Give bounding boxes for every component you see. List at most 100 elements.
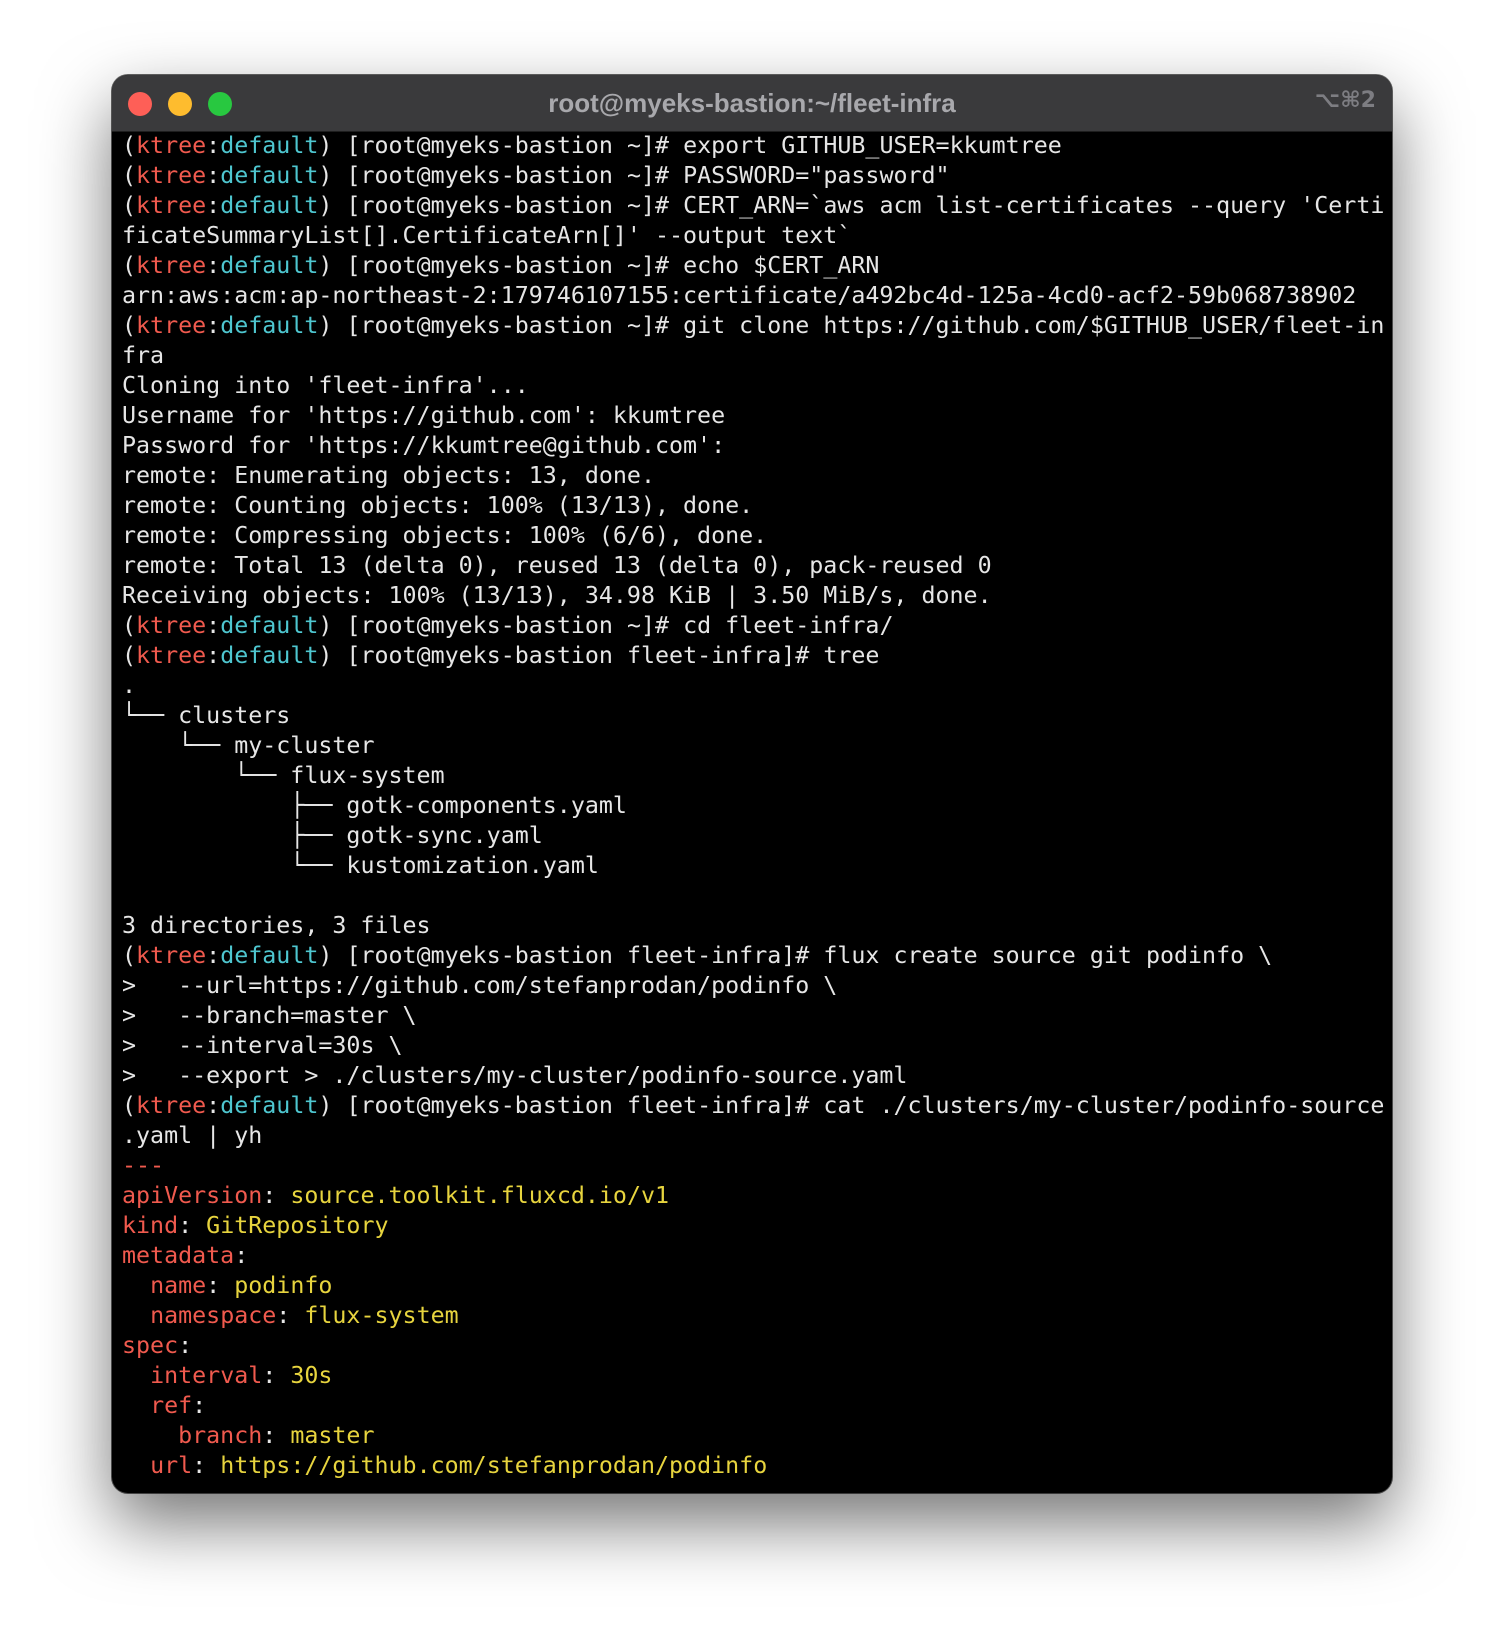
kube-namespace: default: [220, 942, 319, 969]
output-text: .yaml | yh: [122, 1122, 263, 1149]
output-line: 3 directories, 3 files: [122, 911, 1384, 941]
prompt-line: (ktree:default) [root@myeks-bastion ~]# …: [122, 612, 894, 639]
output-text: remote: Counting objects: 100% (13/13), …: [122, 492, 754, 519]
output-text: ├── gotk-components.yaml: [122, 792, 627, 819]
prompt-path: [root@myeks-bastion fleet-infra]#: [346, 942, 824, 969]
output-line: remote: Counting objects: 100% (13/13), …: [122, 491, 1384, 521]
yaml-line: spec:: [122, 1332, 207, 1359]
yaml-line: namespace: flux-system: [150, 1302, 459, 1329]
yaml-line: apiVersion: source.toolkit.fluxcd.io/v1: [122, 1182, 670, 1209]
output-text: Password for 'https://kkumtree@github.co…: [122, 432, 726, 459]
yaml-value: GitRepository: [206, 1212, 389, 1239]
prompt-path: [root@myeks-bastion ~]#: [346, 252, 684, 279]
command-text: flux create source git podinfo \: [823, 942, 1273, 969]
command-text: cd fleet-infra/: [683, 612, 894, 639]
yaml-key: url: [150, 1452, 193, 1479]
command-text: export GITHUB_USER=kkumtree: [683, 132, 1062, 159]
window-title: root@myeks-bastion:~/fleet-infra: [548, 88, 956, 118]
kube-context: ktree: [136, 192, 207, 219]
prompt-line: (ktree:default) [root@myeks-bastion ~]# …: [122, 132, 1062, 159]
yaml-key: kind: [122, 1212, 179, 1239]
output-line: ├── gotk-components.yaml: [122, 791, 1384, 821]
output-text: Receiving objects: 100% (13/13), 34.98 K…: [122, 582, 992, 609]
prompt-line: (ktree:default) [root@myeks-bastion ~]# …: [122, 162, 950, 189]
yaml-key: metadata: [122, 1242, 235, 1269]
kube-context: ktree: [136, 312, 207, 339]
output-line: └── clusters: [122, 701, 1384, 731]
output-text: arn:aws:acm:ap-northeast-2:179746107155:…: [122, 282, 1357, 309]
kube-namespace: default: [220, 162, 319, 189]
output-text: fra: [122, 342, 165, 369]
prompt-path: [root@myeks-bastion fleet-infra]#: [346, 642, 824, 669]
command-text: PASSWORD="password": [683, 162, 950, 189]
output-line: remote: Total 13 (delta 0), reused 13 (d…: [122, 551, 1384, 581]
yaml-value: source.toolkit.fluxcd.io/v1: [290, 1182, 670, 1209]
yaml-separator-text: ---: [122, 1152, 165, 1179]
kube-namespace: default: [220, 192, 319, 219]
output-line: > --export > ./clusters/my-cluster/podin…: [122, 1061, 1384, 1091]
output-line: └── flux-system: [122, 761, 1384, 791]
command-text: tree: [823, 642, 880, 669]
output-line: Password for 'https://kkumtree@github.co…: [122, 431, 1384, 461]
output-text: > --url=https://github.com/stefanprodan/…: [122, 972, 838, 999]
output-text: 3 directories, 3 files: [122, 912, 431, 939]
output-line: > --url=https://github.com/stefanprodan/…: [122, 971, 1384, 1001]
yaml-key: apiVersion: [122, 1182, 263, 1209]
prompt-path: [root@myeks-bastion fleet-infra]#: [346, 1092, 824, 1119]
command-text: cat ./clusters/my-cluster/podinfo-source: [823, 1092, 1384, 1119]
yaml-key: namespace: [150, 1302, 277, 1329]
yaml-value: master: [290, 1422, 375, 1449]
terminal-window[interactable]: root@myeks-bastion:~/fleet-infra ⌥⌘2 (kt…: [112, 75, 1392, 1493]
output-line: Username for 'https://github.com': kkumt…: [122, 401, 1384, 431]
output-text: remote: Enumerating objects: 13, done.: [122, 462, 655, 489]
kube-context: ktree: [136, 132, 207, 159]
yaml-key: ref: [150, 1392, 193, 1419]
kube-context: ktree: [136, 252, 207, 279]
yaml-key: branch: [178, 1422, 263, 1449]
output-text: Username for 'https://github.com': kkumt…: [122, 402, 726, 429]
yaml-document-separator: ---: [122, 1151, 1384, 1181]
prompt-path: [root@myeks-bastion ~]#: [346, 192, 684, 219]
prompt-path: [root@myeks-bastion ~]#: [346, 312, 684, 339]
output-line: Receiving objects: 100% (13/13), 34.98 K…: [122, 581, 1384, 611]
output-text: > --export > ./clusters/my-cluster/podin…: [122, 1062, 908, 1089]
output-text: ├── gotk-sync.yaml: [122, 822, 543, 849]
yaml-line: branch: master: [178, 1422, 375, 1449]
output-text: └── kustomization.yaml: [122, 852, 599, 879]
yaml-line: ref:: [150, 1392, 221, 1419]
command-text: CERT_ARN=`aws acm list-certificates --qu…: [683, 192, 1384, 219]
output-text: > --interval=30s \: [122, 1032, 403, 1059]
output-line: ficateSummaryList[].CertificateArn[]' --…: [122, 221, 1384, 251]
prompt-line: (ktree:default) [root@myeks-bastion flee…: [122, 942, 1273, 969]
output-line: > --interval=30s \: [122, 1031, 1384, 1061]
output-line: fra: [122, 341, 1384, 371]
terminal-output[interactable]: (ktree:default) [root@myeks-bastion ~]# …: [122, 131, 1384, 1489]
output-line: .yaml | yh: [122, 1121, 1384, 1151]
kube-context: ktree: [136, 612, 207, 639]
output-line: arn:aws:acm:ap-northeast-2:179746107155:…: [122, 281, 1384, 311]
yaml-key: interval: [150, 1362, 263, 1389]
kube-namespace: default: [220, 1092, 319, 1119]
yaml-value: podinfo: [234, 1272, 333, 1299]
yaml-line: kind: GitRepository: [122, 1212, 389, 1239]
output-text: Cloning into 'fleet-infra'...: [122, 372, 529, 399]
prompt-path: [root@myeks-bastion ~]#: [346, 612, 684, 639]
kube-namespace: default: [220, 132, 319, 159]
output-text: └── flux-system: [122, 762, 445, 789]
output-line: └── my-cluster: [122, 731, 1384, 761]
prompt-path: [root@myeks-bastion ~]#: [346, 132, 684, 159]
output-text: .: [122, 672, 137, 699]
output-line: remote: Compressing objects: 100% (6/6),…: [122, 521, 1384, 551]
output-text: ficateSummaryList[].CertificateArn[]' --…: [122, 222, 852, 249]
output-text: remote: Compressing objects: 100% (6/6),…: [122, 522, 768, 549]
kube-context: ktree: [136, 942, 207, 969]
kube-context: ktree: [136, 1092, 207, 1119]
kube-namespace: default: [220, 612, 319, 639]
kube-namespace: default: [220, 312, 319, 339]
kube-context: ktree: [136, 642, 207, 669]
title-bar[interactable]: root@myeks-bastion:~/fleet-infra ⌥⌘2: [112, 75, 1392, 132]
prompt-path: [root@myeks-bastion ~]#: [346, 162, 684, 189]
prompt-line: (ktree:default) [root@myeks-bastion flee…: [122, 1092, 1384, 1119]
output-text: └── my-cluster: [122, 732, 375, 759]
